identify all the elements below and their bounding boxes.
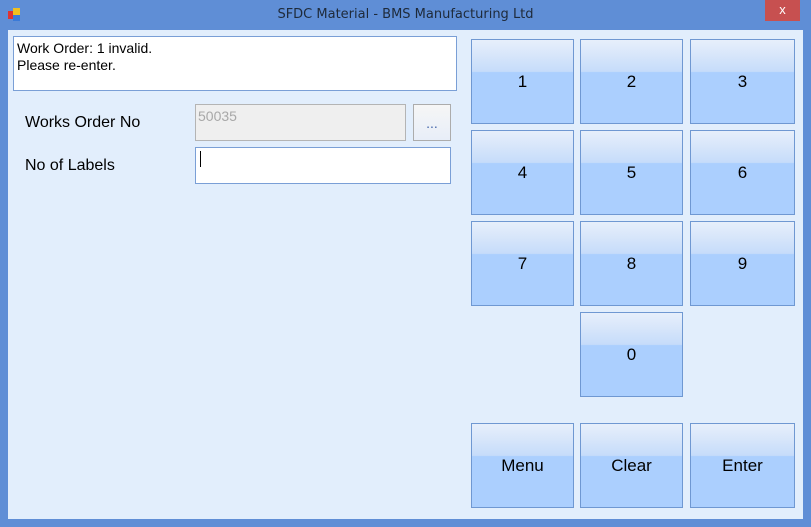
window-title: SFDC Material - BMS Manufacturing Ltd	[277, 7, 534, 22]
key-9[interactable]: 9	[690, 221, 795, 306]
client-area: Work Order: 1 invalid. Please re-enter. …	[8, 30, 803, 519]
clear-button[interactable]: Clear	[580, 423, 683, 508]
key-5[interactable]: 5	[580, 130, 683, 215]
key-1[interactable]: 1	[471, 39, 574, 124]
close-button[interactable]: x	[765, 0, 800, 21]
text-caret	[200, 151, 201, 167]
menu-button[interactable]: Menu	[471, 423, 574, 508]
key-6[interactable]: 6	[690, 130, 795, 215]
key-2[interactable]: 2	[580, 39, 683, 124]
works-order-input[interactable]: 50035	[195, 104, 406, 141]
labels-label: No of Labels	[25, 157, 115, 174]
message-box: Work Order: 1 invalid. Please re-enter.	[13, 36, 457, 91]
labels-input[interactable]	[195, 147, 451, 184]
key-4[interactable]: 4	[471, 130, 574, 215]
works-order-label: Works Order No	[25, 114, 141, 131]
browse-button[interactable]: ...	[413, 104, 451, 141]
message-line-1: Work Order: 1 invalid.	[17, 40, 153, 56]
enter-button[interactable]: Enter	[690, 423, 795, 508]
key-8[interactable]: 8	[580, 221, 683, 306]
key-3[interactable]: 3	[690, 39, 795, 124]
message-line-2: Please re-enter.	[17, 57, 116, 73]
key-7[interactable]: 7	[471, 221, 574, 306]
key-0[interactable]: 0	[580, 312, 683, 397]
